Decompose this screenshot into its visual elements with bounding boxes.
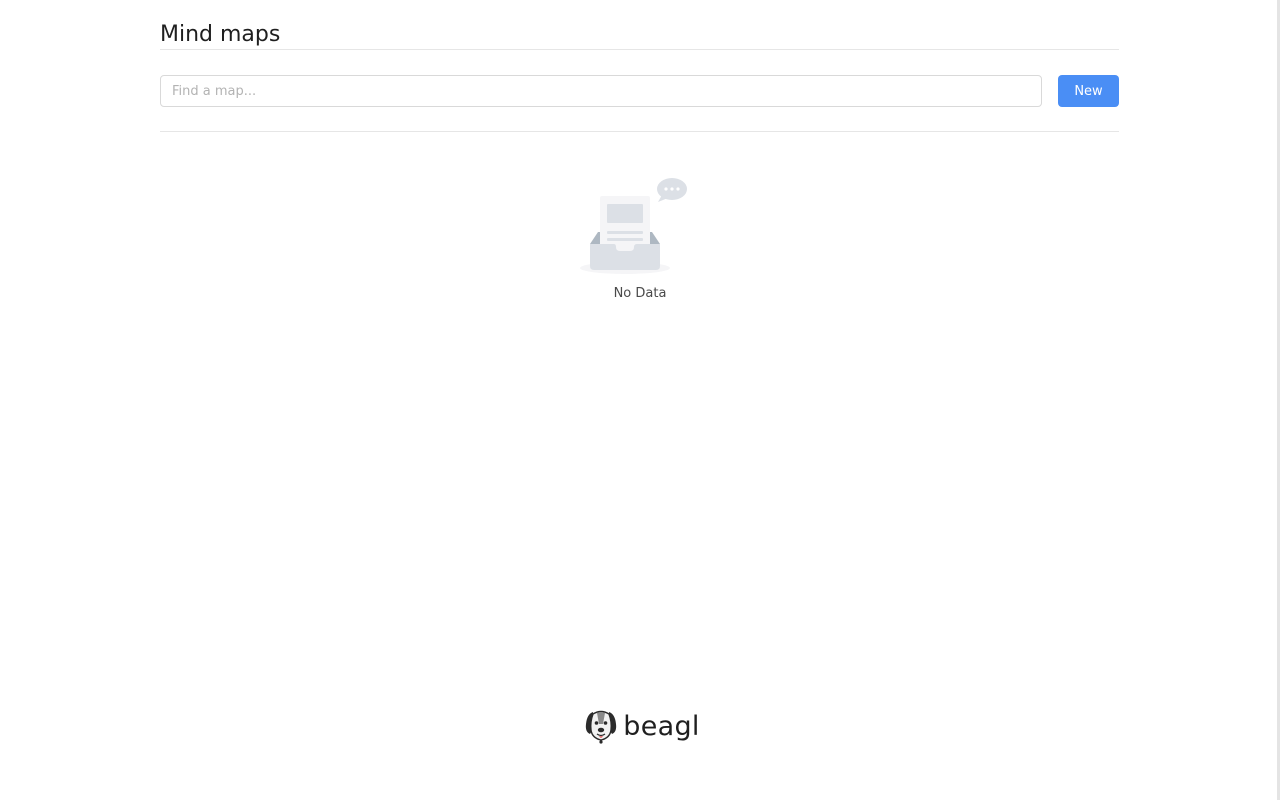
empty-inbox-icon <box>580 178 687 274</box>
brand-logo: beagl <box>584 708 699 744</box>
empty-state-text: No Data <box>613 286 667 301</box>
brand-name: beagl <box>623 710 700 742</box>
footer-logo: beagl <box>0 708 1280 744</box>
empty-state: No Data <box>0 174 1280 301</box>
toolbar-divider <box>160 131 1119 132</box>
main-container: Mind maps New <box>160 0 1119 132</box>
toolbar: New <box>160 50 1119 131</box>
beagle-dog-icon <box>586 710 617 744</box>
search-input[interactable] <box>160 75 1042 107</box>
page-title: Mind maps <box>160 22 281 47</box>
new-map-button[interactable]: New <box>1058 75 1119 107</box>
page: Mind maps New No Data <box>0 0 1280 800</box>
